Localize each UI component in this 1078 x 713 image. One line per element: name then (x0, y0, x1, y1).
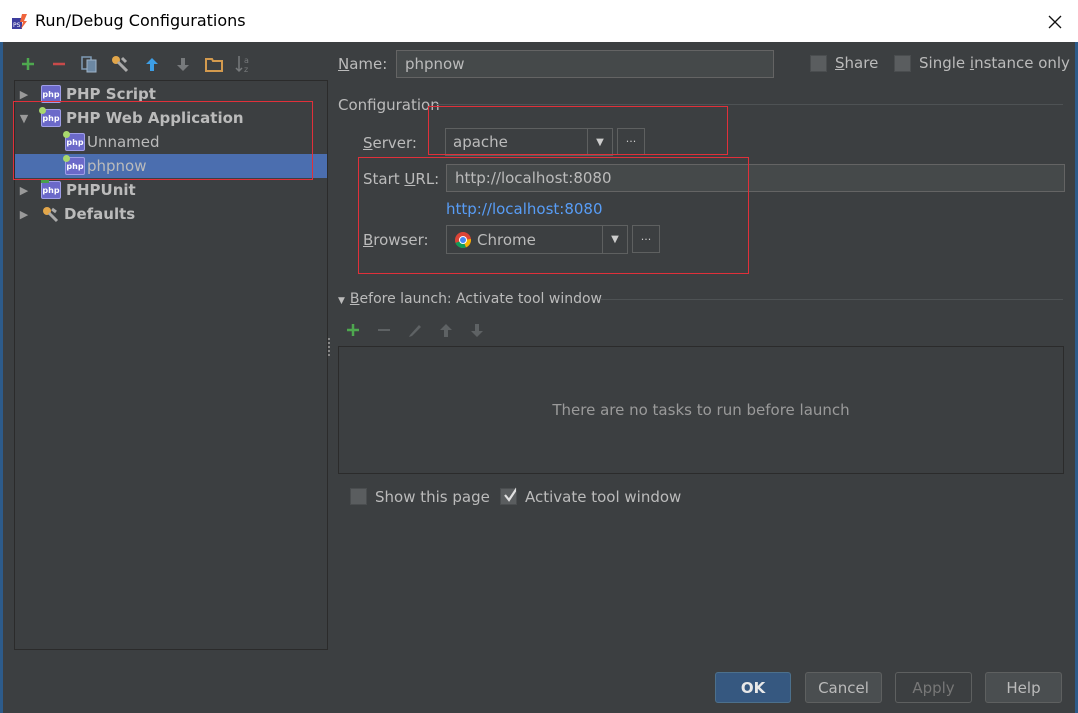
ok-button[interactable]: OK (715, 672, 791, 703)
wrench-icon (112, 56, 129, 73)
expand-arrow-icon[interactable]: ▶ (17, 88, 31, 101)
name-input[interactable]: phpnow (396, 50, 774, 78)
tree-item-php-script[interactable]: ▶ php PHP Script (15, 82, 327, 106)
move-down-button[interactable] (173, 54, 193, 74)
chrome-icon (454, 231, 472, 249)
close-button[interactable] (1040, 8, 1070, 36)
plus-icon (347, 324, 359, 336)
single-instance-label: Single instance only (919, 54, 1070, 72)
phpstorm-app-icon: PS (12, 13, 28, 29)
tree-item-defaults[interactable]: ▶ Defaults (15, 202, 327, 226)
configurations-tree[interactable]: ▶ php PHP Script ▼ php PHP Web Applicati… (14, 80, 328, 650)
tree-item-php-web-application[interactable]: ▼ php PHP Web Application (15, 106, 327, 130)
title-bar: PS Run/Debug Configurations (0, 0, 1078, 42)
copy-icon (81, 56, 97, 73)
pencil-icon (409, 325, 421, 337)
browser-value: Chrome (477, 230, 536, 249)
expand-arrow-icon[interactable]: ▶ (17, 208, 31, 221)
browser-label: Browser: (363, 231, 429, 249)
php-web-app-icon: php (63, 155, 85, 175)
configuration-separator (436, 104, 1063, 105)
svg-text:a: a (244, 56, 249, 65)
tree-item-label: PHP Script (66, 85, 156, 103)
splitter-handle[interactable] (328, 338, 333, 356)
minus-icon (378, 329, 390, 331)
window-border-left (0, 42, 3, 713)
name-label: Name: (338, 55, 388, 73)
arrow-down-icon (471, 324, 483, 337)
sort-button[interactable]: az (234, 54, 254, 74)
activate-tool-window-checkbox[interactable] (500, 487, 517, 505)
server-label: Server: (363, 134, 417, 152)
remove-configuration-button[interactable] (49, 54, 69, 74)
move-task-up-button[interactable] (436, 320, 456, 340)
start-url-label: Start URL: (363, 170, 440, 188)
before-launch-task-list[interactable]: There are no tasks to run before launch (338, 346, 1064, 474)
wrench-icon (41, 205, 59, 223)
tree-item-phpunit[interactable]: ▶ php PHPUnit (15, 178, 327, 202)
svg-text:z: z (244, 65, 248, 74)
add-configuration-button[interactable] (18, 54, 38, 74)
start-url-input[interactable]: http://localhost:8080 (446, 164, 1065, 192)
move-up-button[interactable] (142, 54, 162, 74)
tree-item-label: phpnow (87, 157, 147, 175)
collapse-arrow-icon[interactable]: ▼ (338, 296, 345, 306)
single-instance-checkbox[interactable] (894, 55, 911, 72)
browser-dropdown[interactable]: Chrome ▼ (446, 225, 628, 254)
edit-task-button[interactable] (405, 320, 425, 340)
tree-item-phpnow[interactable]: php phpnow (15, 154, 327, 178)
close-icon (1048, 15, 1062, 29)
tree-item-label: Defaults (64, 205, 136, 223)
show-this-page-label: Show this page (375, 488, 490, 506)
edit-defaults-button[interactable] (110, 54, 130, 74)
apply-button[interactable]: Apply (895, 672, 972, 703)
dropdown-arrow-icon[interactable]: ▼ (602, 226, 627, 253)
expand-arrow-icon[interactable]: ▶ (17, 184, 31, 197)
server-dropdown[interactable]: apache ▼ (445, 128, 613, 156)
sort-alpha-icon: az (235, 56, 249, 74)
arrow-up-icon (440, 324, 452, 337)
svg-text:PS: PS (13, 22, 21, 29)
php-script-icon: php (41, 85, 61, 103)
move-task-down-button[interactable] (467, 320, 487, 340)
folder-icon (205, 58, 223, 72)
dropdown-arrow-icon[interactable]: ▼ (587, 129, 612, 155)
arrow-up-icon (146, 58, 158, 71)
activate-tool-window-label: Activate tool window (525, 488, 682, 506)
php-web-app-icon: php (39, 107, 61, 127)
add-task-button[interactable] (343, 320, 363, 340)
server-browse-button[interactable]: ··· (617, 128, 645, 155)
checkmark-icon (504, 487, 516, 502)
configuration-section-title: Configuration (338, 96, 440, 114)
plus-icon (22, 58, 34, 70)
help-button[interactable]: Help (985, 672, 1062, 703)
cancel-button[interactable]: Cancel (805, 672, 882, 703)
empty-tasks-message: There are no tasks to run before launch (552, 401, 850, 419)
remove-task-button[interactable] (374, 320, 394, 340)
before-launch-separator (600, 299, 1063, 300)
arrow-down-icon (177, 58, 189, 71)
window-title: Run/Debug Configurations (35, 11, 246, 30)
share-label: Share (835, 54, 879, 72)
browser-browse-button[interactable]: ··· (632, 225, 660, 253)
minus-icon (53, 62, 65, 66)
tree-item-unnamed[interactable]: php Unnamed (15, 130, 327, 154)
tree-item-label: PHPUnit (66, 181, 136, 199)
copy-configuration-button[interactable] (79, 54, 99, 74)
show-this-page-checkbox[interactable] (350, 488, 367, 505)
server-value: apache (453, 133, 508, 151)
start-url-link[interactable]: http://localhost:8080 (446, 200, 603, 218)
collapse-arrow-icon[interactable]: ▼ (17, 112, 31, 125)
tree-item-label: PHP Web Application (66, 109, 244, 127)
create-folder-button[interactable] (204, 54, 224, 74)
tree-item-label: Unnamed (87, 133, 160, 151)
php-web-app-icon: php (63, 131, 85, 151)
before-launch-header[interactable]: ▼ Before launch: Activate tool window (338, 291, 602, 307)
phpunit-icon: php (41, 179, 61, 199)
share-checkbox[interactable] (810, 55, 827, 72)
